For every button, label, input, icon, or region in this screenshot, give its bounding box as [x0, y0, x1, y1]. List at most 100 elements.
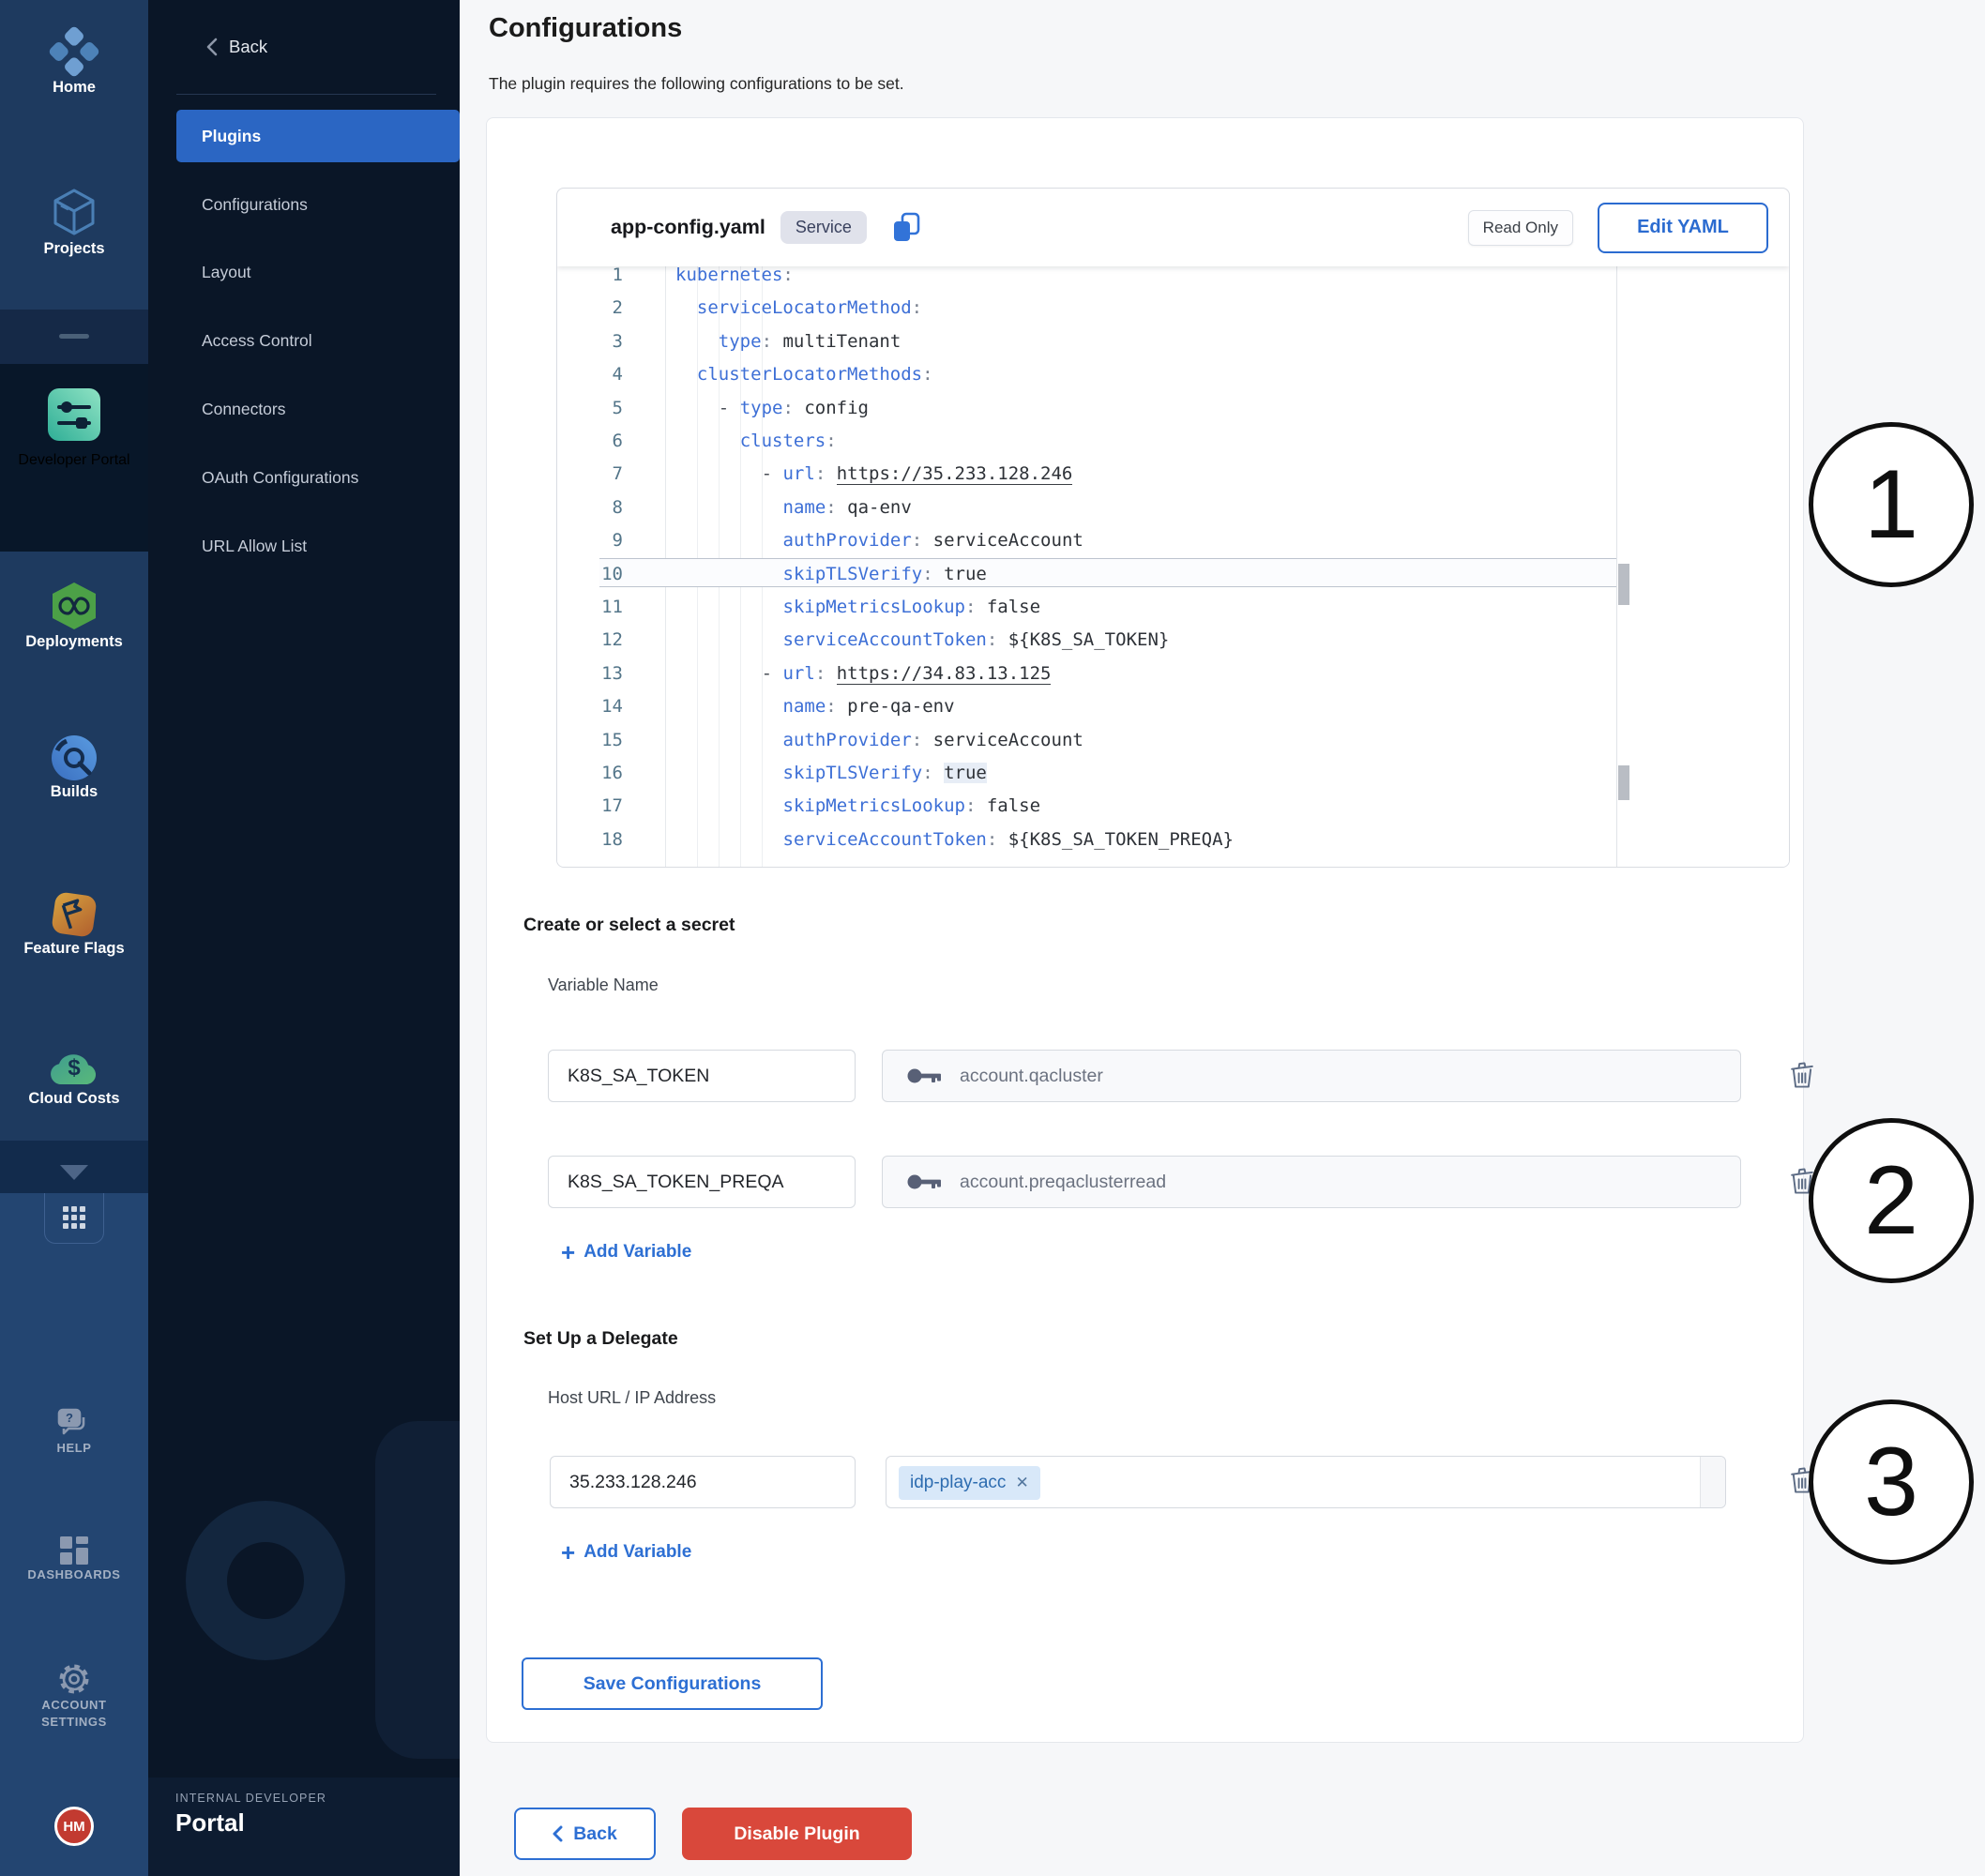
edit-yaml-button[interactable]: Edit YAML	[1598, 203, 1768, 253]
delegate-tag-chip: idp-play-acc ✕	[899, 1466, 1040, 1500]
yaml-line-2: 2serviceLocatorMethod:	[557, 295, 1614, 320]
yaml-line-4: 4clusterLocatorMethods:	[557, 362, 1614, 386]
copy-icon[interactable]	[891, 212, 921, 244]
svg-text:?: ?	[66, 1411, 73, 1425]
yaml-line-6: 6clusters:	[557, 429, 1614, 453]
sidebar-divider-strip	[0, 310, 148, 364]
yaml-line-7: 7- url: https://35.233.128.246	[557, 461, 1614, 486]
gear-icon	[56, 1661, 92, 1697]
page-subtitle: The plugin requires the following config…	[489, 74, 904, 94]
chevron-down-icon[interactable]	[60, 1165, 88, 1180]
sidebar-item-home[interactable]: Home	[0, 26, 148, 98]
back-button[interactable]: Back	[514, 1808, 656, 1860]
screen: Home Projects	[0, 0, 1985, 1876]
sidebar-item-label: Developer	[18, 452, 86, 468]
host-url-input[interactable]	[550, 1456, 856, 1508]
chevron-left-icon	[553, 1825, 563, 1842]
disable-plugin-button[interactable]: Disable Plugin	[682, 1808, 912, 1860]
secrets-heading: Create or select a secret	[523, 915, 735, 936]
nav-item-connectors[interactable]: Connectors	[202, 395, 286, 423]
annotation-number: 2	[1864, 1145, 1918, 1257]
nav-item-configurations[interactable]: Configurations	[202, 190, 308, 219]
avatar-initials: HM	[63, 1819, 84, 1835]
nav-item-layout[interactable]: Layout	[202, 258, 251, 286]
decorative-ring	[186, 1501, 345, 1660]
sidebar-top-section: Home Projects	[0, 0, 148, 310]
nav-divider	[176, 94, 436, 95]
dashboards-icon	[58, 1535, 90, 1566]
sidebar-item-label: Builds	[0, 781, 148, 802]
scrollbar-thumb[interactable]	[1618, 765, 1629, 800]
yaml-line-5: 5- type: config	[557, 396, 1614, 420]
secret-selector-2[interactable]: account.preqaclusterread	[882, 1156, 1741, 1208]
scrollbar-thumb[interactable]	[1618, 564, 1629, 605]
sidebar-mid-section: Deployments Builds	[0, 552, 148, 1141]
plugin-nav-sidebar: Back Plugins Configurations Layout Access C…	[148, 0, 460, 1876]
sidebar-item-projects[interactable]: Projects	[0, 186, 148, 259]
tag-field-end-handle[interactable]	[1700, 1457, 1725, 1507]
add-variable-button-delegate[interactable]: + Add Variable	[561, 1541, 691, 1564]
key-icon	[907, 1172, 943, 1191]
deployments-icon	[51, 581, 98, 631]
sidebar-item-dashboards[interactable]: DASHBOARDS	[0, 1535, 148, 1583]
sidebar-item-label: Deployments	[0, 631, 148, 652]
page-title: Configurations	[489, 13, 682, 44]
sidebar-item-label: SETTINGS	[41, 1715, 107, 1729]
back-link-label: Back	[229, 37, 267, 57]
variable-name-input-1[interactable]	[548, 1050, 856, 1102]
annotation-circle-2: 2	[1809, 1118, 1974, 1283]
back-link[interactable]: Back	[206, 32, 267, 62]
decorative-shape	[375, 1421, 460, 1759]
yaml-line-11: 11skipMetricsLookup: false	[557, 595, 1614, 619]
yaml-line-13: 13- url: https://34.83.13.125	[557, 661, 1614, 686]
remove-tag-icon[interactable]: ✕	[1015, 1474, 1028, 1492]
delegate-tags-field[interactable]: idp-play-acc ✕	[886, 1456, 1726, 1508]
sidebar-item-developer-portal[interactable]: Developer Portal	[0, 364, 148, 552]
nav-item-oauth-configurations[interactable]: OAuth Configurations	[202, 463, 358, 492]
yaml-editor-header: app-config.yaml Service Read Only Edit Y…	[557, 189, 1789, 266]
secret-value: account.qacluster	[960, 1066, 1103, 1087]
sidebar-item-label: Home	[0, 77, 148, 98]
add-variable-label: Add Variable	[583, 1542, 691, 1563]
sidebar-item-feature-flags[interactable]: Feature Flags	[0, 891, 148, 959]
annotation-number: 1	[1864, 449, 1918, 561]
nav-item-access-control[interactable]: Access Control	[202, 326, 312, 355]
apps-grid-button[interactable]	[44, 1193, 104, 1244]
plus-icon: +	[561, 1241, 575, 1263]
yaml-line-9: 9authProvider: serviceAccount	[557, 528, 1614, 552]
sidebar-item-builds[interactable]: Builds	[0, 734, 148, 802]
sidebar-item-label: Feature Flags	[0, 938, 148, 959]
sidebar-item-help[interactable]: ? HELP	[0, 1408, 148, 1457]
variable-name-input-2[interactable]	[548, 1156, 856, 1208]
add-variable-label: Add Variable	[583, 1242, 691, 1263]
projects-icon	[49, 186, 99, 238]
nav-item-url-allow-list[interactable]: URL Allow List	[202, 532, 307, 560]
add-variable-button-secrets[interactable]: + Add Variable	[561, 1241, 691, 1263]
sidebar-item-cloud-costs[interactable]: $ Cloud Costs	[0, 1047, 148, 1109]
feature-flags-icon	[51, 891, 98, 938]
sidebar-item-label: HELP	[56, 1441, 91, 1455]
sidebar-item-label: Portal	[91, 452, 130, 468]
yaml-line-16: 16skipTLSVerify: true	[557, 761, 1614, 785]
yaml-line-10: 10skipTLSVerify: true	[557, 562, 1614, 586]
sidebar-divider-dash	[59, 334, 89, 339]
delete-variable-button-1[interactable]	[1788, 1060, 1816, 1090]
user-avatar[interactable]: HM	[54, 1807, 94, 1846]
save-configurations-button[interactable]: Save Configurations	[522, 1657, 823, 1710]
yaml-line-14: 14name: pre-qa-env	[557, 694, 1614, 719]
secret-selector-1[interactable]: account.qacluster	[882, 1050, 1741, 1102]
sidebar-item-label: Projects	[0, 238, 148, 259]
sidebar-item-account-settings[interactable]: ACCOUNT SETTINGS	[0, 1661, 148, 1731]
sidebar-bottom-section: ? HELP DASHBOARDS	[0, 1193, 148, 1876]
developer-portal-icon	[48, 388, 100, 441]
annotation-circle-3: 3	[1809, 1399, 1974, 1565]
sidebar-item-deployments[interactable]: Deployments	[0, 581, 148, 652]
tag-label: idp-play-acc	[910, 1473, 1006, 1493]
yaml-line-3: 3type: multiTenant	[557, 329, 1614, 354]
nav-item-plugins[interactable]: Plugins	[176, 110, 460, 162]
key-icon	[907, 1067, 943, 1085]
yaml-line-15: 15authProvider: serviceAccount	[557, 728, 1614, 752]
service-badge: Service	[780, 211, 867, 244]
builds-icon	[51, 734, 98, 781]
yaml-code-viewport[interactable]: 1kubernetes:2serviceLocatorMethod:3type:…	[557, 266, 1789, 867]
